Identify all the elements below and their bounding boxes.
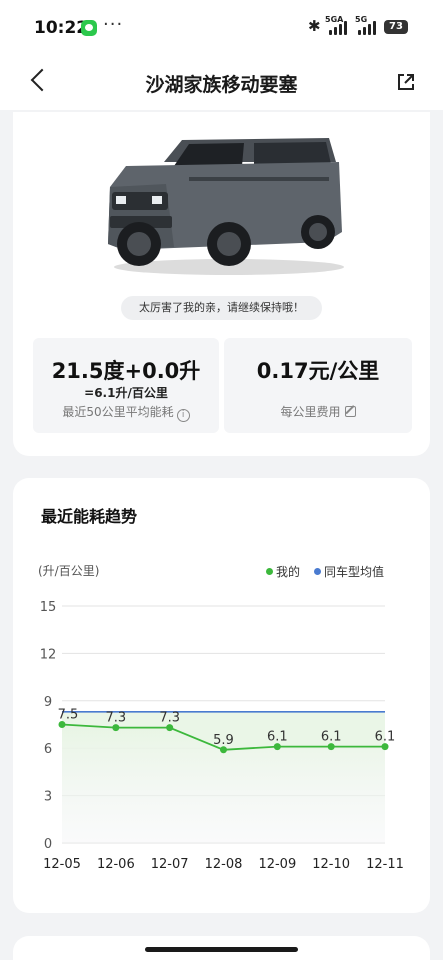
legend-average-dot	[314, 568, 321, 575]
edit-icon[interactable]	[344, 406, 356, 417]
consumption-value: 21.5度+0.0升	[51, 359, 201, 383]
data-label: 7.3	[159, 711, 180, 726]
energy-consumption-stat: 21.5度+0.0升 =6.1升/百公里 最近50公里平均能耗 i	[33, 338, 219, 433]
cost-value: 0.17元/公里	[256, 359, 380, 383]
x-tick-label: 12-07	[151, 857, 189, 872]
info-icon[interactable]: i	[176, 409, 190, 422]
battery-icon: 73	[384, 20, 408, 34]
data-label: 7.5	[58, 708, 79, 723]
data-label: 7.3	[105, 711, 126, 726]
cost-per-km-stat[interactable]: 0.17元/公里 每公里费用	[224, 338, 412, 433]
chart-unit-label: (升/百公里)	[38, 564, 100, 578]
page-title: 沙湖家族移动要塞	[145, 74, 298, 96]
share-icon[interactable]	[396, 72, 416, 92]
y-tick-label: 15	[40, 600, 57, 615]
data-label: 6.1	[321, 730, 342, 745]
status-bar: 10:22 ··· ✱ 5GA 5G 73	[0, 0, 443, 56]
message-app-icon	[81, 20, 97, 36]
y-tick-label: 9	[44, 695, 52, 710]
more-notifications-icon: ···	[103, 14, 124, 35]
energy-trend-chart: 0 3 6 9 12 15 7.5 7.3 7.3 5.9 6.1 6.1 6.1 12-05 12-06 1…	[40, 600, 404, 872]
legend-mine-dot	[266, 568, 273, 575]
data-label: 6.1	[375, 730, 396, 745]
y-tick-label: 3	[44, 790, 52, 805]
data-label: 5.9	[213, 733, 234, 748]
x-tick-label: 12-09	[258, 857, 296, 872]
x-tick-label: 12-08	[205, 857, 243, 872]
x-tick-label: 12-06	[97, 857, 135, 872]
data-label: 6.1	[267, 730, 288, 745]
consumption-equivalent: =6.1升/百公里	[84, 386, 168, 400]
y-tick-label: 12	[40, 647, 57, 662]
x-tick-label: 12-11	[366, 857, 404, 872]
consumption-caption: 最近50公里平均能耗 i	[33, 403, 219, 422]
signal-5g-icon: 5G	[355, 15, 379, 35]
trend-title: 最近能耗趋势	[41, 507, 138, 526]
home-indicator[interactable]	[145, 947, 298, 952]
legend-average: 同车型均值	[314, 563, 384, 580]
bluetooth-icon: ✱	[308, 17, 321, 35]
encouragement-banner: 太厉害了我的亲，请继续保持哦！	[121, 296, 322, 320]
x-tick-label: 12-10	[312, 857, 350, 872]
x-tick-label: 12-05	[43, 857, 81, 872]
signal-5ga-icon: 5GA	[325, 15, 351, 35]
y-tick-label: 0	[44, 837, 52, 852]
y-tick-label: 6	[44, 742, 52, 757]
status-time: 10:22	[34, 18, 89, 38]
legend-mine: 我的	[266, 563, 300, 580]
cost-caption: 每公里费用	[224, 403, 412, 420]
nav-bar: 沙湖家族移动要塞	[0, 56, 443, 110]
vehicle-image	[108, 138, 344, 275]
